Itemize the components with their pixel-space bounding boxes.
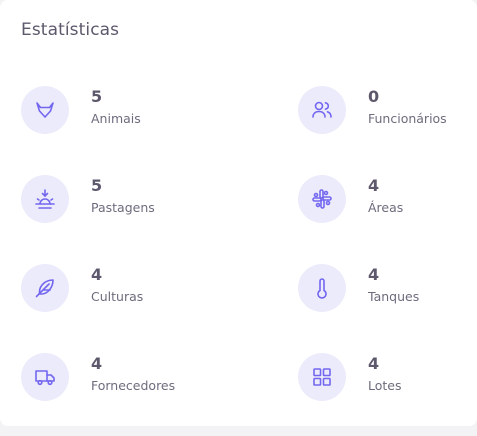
stat-funcionarios: 0 Funcionários	[298, 86, 477, 136]
stat-lotes: 4 Lotes	[298, 353, 477, 403]
stat-label: Culturas	[91, 289, 144, 304]
card-title: Estatísticas	[21, 20, 120, 40]
stat-value: 4	[91, 354, 103, 373]
stat-animais: 5 Animais	[21, 86, 221, 136]
stat-value: 5	[91, 176, 103, 195]
thermometer-icon	[298, 264, 346, 312]
stat-value: 0	[368, 87, 380, 106]
grid-icon	[298, 353, 346, 401]
stat-label: Pastagens	[91, 200, 155, 215]
stat-areas: 4 Áreas	[298, 175, 477, 225]
stat-value: 4	[368, 176, 380, 195]
stat-pastagens: 5 Pastagens	[21, 175, 221, 225]
stat-label: Animais	[91, 111, 141, 126]
stat-label: Lotes	[368, 378, 402, 393]
stat-value: 4	[368, 265, 380, 284]
stat-culturas: 4 Culturas	[21, 264, 221, 314]
stat-label: Áreas	[368, 200, 404, 215]
sunrise-icon	[21, 175, 69, 223]
stat-value: 5	[91, 87, 103, 106]
stat-tanques: 4 Tanques	[298, 264, 477, 314]
gitlab-fox-icon	[21, 86, 69, 134]
stat-label: Funcionários	[368, 111, 447, 126]
stat-label: Fornecedores	[91, 378, 176, 393]
stat-value: 4	[368, 354, 380, 373]
stat-value: 4	[91, 265, 103, 284]
statistics-card: Estatísticas 5 Animais 0 Funcionários 5 …	[0, 0, 477, 426]
feather-icon	[21, 264, 69, 312]
stat-fornecedores: 4 Fornecedores	[21, 353, 221, 403]
truck-icon	[21, 353, 69, 401]
users-icon	[298, 86, 346, 134]
slack-icon	[298, 175, 346, 223]
stat-label: Tanques	[368, 289, 420, 304]
